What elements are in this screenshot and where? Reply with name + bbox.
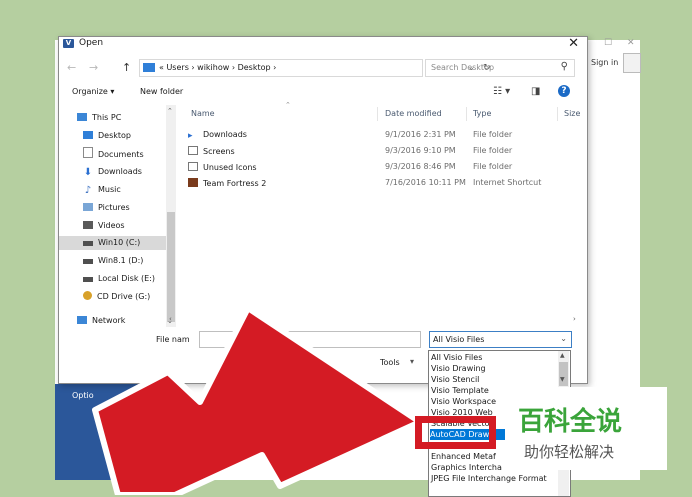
highlight-box bbox=[415, 416, 496, 449]
watermark-title: 百科全说 bbox=[518, 407, 623, 437]
watermark-subtitle: 助你轻松解决 bbox=[524, 443, 615, 461]
red-arrow-shape bbox=[92, 305, 423, 495]
watermark-logo: 百科全说 助你轻松解决 bbox=[505, 387, 667, 470]
